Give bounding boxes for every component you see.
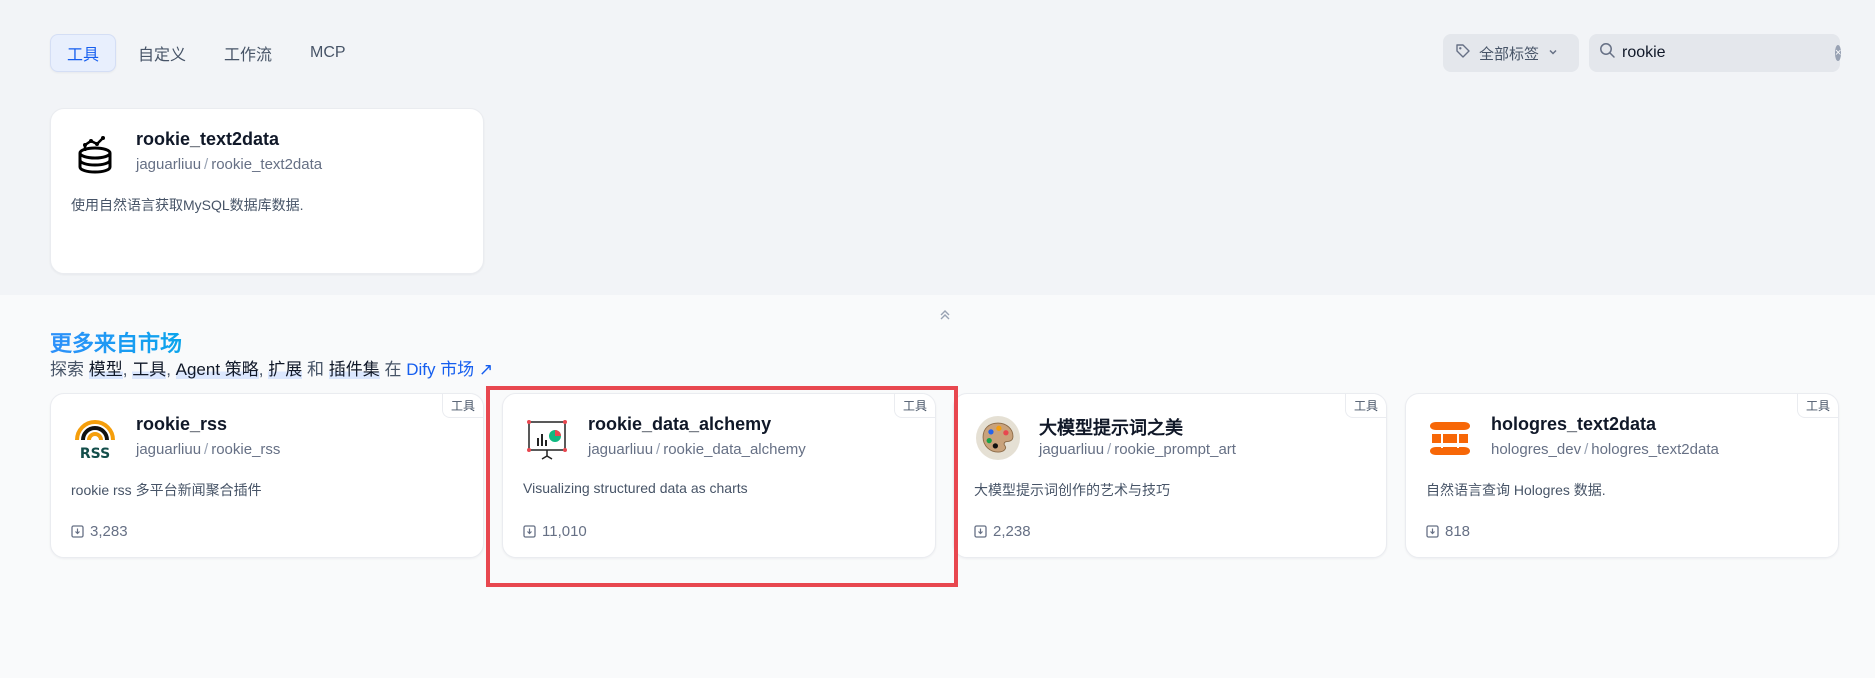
rss-icon: RSS — [73, 416, 117, 460]
download-icon — [1426, 525, 1439, 538]
market-title: 更多来自市场 — [50, 326, 182, 358]
category-tag: 工具 — [893, 394, 935, 418]
tab-tools[interactable]: 工具 — [50, 34, 117, 72]
download-count: 3,283 — [71, 523, 128, 540]
search-icon — [1599, 42, 1616, 64]
plugin-title: rookie_text2data — [136, 129, 280, 149]
plugin-author: jaguarliuu / rookie_text2data — [136, 156, 323, 173]
plugin-title: rookie_data_alchemy — [588, 414, 772, 434]
tab-mcp[interactable]: MCP — [294, 34, 362, 72]
plugin-author: jaguarliuu / rookie_data_alchemy — [588, 441, 806, 458]
database-icon — [73, 131, 117, 175]
plugin-author: jaguarliuu / rookie_rss — [136, 441, 281, 458]
tag-icon — [1455, 43, 1471, 63]
plugin-title: 大模型提示词之美 — [1039, 418, 1183, 438]
plugin-title: hologres_text2data — [1491, 414, 1657, 434]
download-icon — [974, 525, 987, 538]
market-plugin-card[interactable]: 工具 大模型提示词之美 jaguarliuu / rookie_prompt_art… — [953, 393, 1387, 558]
category-tag: 工具 — [1344, 394, 1386, 418]
plugin-description: 使用自然语言获取MySQL数据库数据. — [71, 197, 304, 213]
tab-workflow[interactable]: 工作流 — [208, 34, 288, 72]
plugin-author: jaguarliuu / rookie_prompt_art — [1039, 441, 1236, 458]
tab-custom[interactable]: 自定义 — [122, 34, 202, 72]
category-tabs: 工具 自定义 工作流 MCP — [50, 34, 362, 72]
market-plugin-card[interactable]: 工具 rookie_data_alchemy jaguarliuu / rookie… — [502, 393, 936, 558]
collapse-up-icon[interactable] — [938, 308, 952, 327]
installed-plugin-card[interactable]: rookie_text2data jaguarliuu / rookie_text2… — [50, 108, 484, 274]
download-count: 818 — [1426, 523, 1470, 540]
tag-filter-label: 全部标签 — [1479, 45, 1540, 63]
chart-board-icon — [525, 416, 569, 460]
market-subtitle: 探索 模型, 工具, Agent 策略, 扩展 和 插件集 在 Dify 市场 … — [50, 360, 494, 379]
chevron-down-icon — [1547, 45, 1559, 62]
plugin-description: Visualizing structured data as charts — [523, 480, 748, 496]
download-icon — [523, 525, 536, 538]
plugin-description: 自然语言查询 Hologres 数据. — [1426, 482, 1606, 498]
category-tag: 工具 — [1796, 394, 1838, 418]
download-count: 11,010 — [523, 523, 587, 540]
dify-market-link[interactable]: Dify 市场 ↗ — [406, 360, 493, 379]
category-tag: 工具 — [441, 394, 483, 418]
hologres-icon — [1428, 416, 1472, 460]
market-plugin-card[interactable]: 工具 RSS rookie_rss jaguarliuu / rookie_rss … — [50, 393, 484, 558]
plugin-description: rookie rss 多平台新闻聚合插件 — [71, 482, 262, 498]
arrow-up-right-icon: ↗ — [478, 360, 494, 379]
market-plugin-card[interactable]: 工具 hologres_text2data hologres_dev / holog… — [1405, 393, 1839, 558]
plugin-author: hologres_dev / hologres_text2data — [1491, 441, 1719, 458]
search-input[interactable] — [1622, 44, 1829, 62]
search-box: × — [1589, 34, 1842, 72]
plugin-title: rookie_rss — [136, 414, 228, 434]
tag-filter-dropdown[interactable]: 全部标签 — [1443, 34, 1579, 72]
svg-text:RSS: RSS — [80, 446, 110, 460]
plugin-description: 大模型提示词创作的艺术与技巧 — [974, 482, 1170, 498]
download-count: 2,238 — [974, 523, 1031, 540]
download-icon — [71, 525, 84, 538]
palette-icon — [976, 416, 1020, 460]
